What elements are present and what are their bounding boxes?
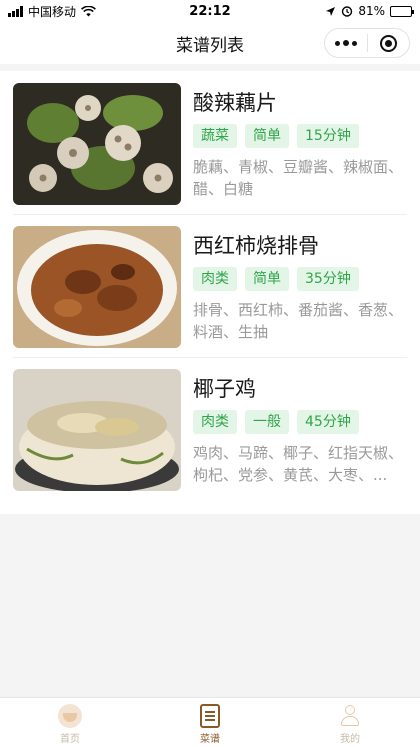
recipe-name: 酸辣藕片: [193, 91, 277, 115]
lotus-root-dish-image: [13, 83, 181, 205]
status-left: 中国移动: [8, 3, 96, 20]
tab-profile[interactable]: 我的: [280, 698, 420, 747]
difficulty-tag: 一般: [245, 410, 289, 434]
recipe-tags: 蔬菜 简单 15分钟: [193, 124, 407, 148]
navigation-bar: 菜谱列表: [0, 22, 420, 64]
recipe-tags: 肉类 简单 35分钟: [193, 267, 407, 291]
recipe-name: 西红柿烧排骨: [193, 234, 319, 258]
page-title: 菜谱列表: [176, 35, 244, 56]
home-icon: [58, 704, 82, 728]
time-tag: 45分钟: [297, 410, 359, 434]
carrier-label: 中国移动: [28, 4, 77, 19]
location-icon: [326, 6, 336, 16]
alarm-icon: [342, 6, 353, 17]
recipe-ingredients: 脆藕、青椒、豆瓣酱、辣椒面、醋、白糖: [193, 158, 404, 198]
recipe-list: 酸辣藕片 蔬菜 简单 15分钟 脆藕、青椒、豆瓣酱、辣椒面、醋、白糖 西红柿烧排…: [0, 71, 420, 514]
recipe-ingredients: 鸡肉、马蹄、椰子、红指天椒、枸杞、党参、黄芪、大枣、...: [193, 444, 404, 484]
recipe-info: 西红柿烧排骨 肉类 简单 35分钟 排骨、西红柿、番茄酱、香葱、料酒、生抽: [193, 232, 407, 343]
difficulty-tag: 简单: [245, 267, 289, 291]
status-right: 81%: [325, 4, 414, 18]
tomato-ribs-dish-image: [13, 226, 181, 348]
tab-label: 首页: [60, 734, 80, 745]
category-tag: 肉类: [193, 267, 237, 291]
close-mini-program-button[interactable]: [368, 29, 410, 57]
recipe-card[interactable]: 酸辣藕片 蔬菜 简单 15分钟 脆藕、青椒、豆瓣酱、辣椒面、醋、白糖: [13, 71, 407, 205]
coconut-chicken-dish-image: [13, 369, 181, 491]
battery-icon: [390, 5, 414, 17]
status-bar: 中国移动 22:12 81%: [0, 0, 420, 22]
menu-book-icon: [200, 704, 220, 728]
recipe-image: [13, 369, 181, 491]
recipe-image: [13, 226, 181, 348]
recipe-info: 椰子鸡 肉类 一般 45分钟 鸡肉、马蹄、椰子、红指天椒、枸杞、党参、黄芪、大枣…: [193, 375, 407, 486]
recipe-card[interactable]: 西红柿烧排骨 肉类 简单 35分钟 排骨、西红柿、番茄酱、香葱、料酒、生抽: [13, 214, 407, 348]
category-tag: 肉类: [193, 410, 237, 434]
tab-recipes[interactable]: 菜谱: [140, 698, 280, 747]
recipe-tags: 肉类 一般 45分钟: [193, 410, 407, 434]
tab-bar: 首页 菜谱 我的: [0, 697, 420, 747]
signal-icon: [8, 5, 23, 17]
time-tag: 35分钟: [297, 267, 359, 291]
recipe-ingredients: 排骨、西红柿、番茄酱、香葱、料酒、生抽: [193, 301, 404, 341]
time-tag: 15分钟: [297, 124, 359, 148]
close-target-icon: [379, 34, 397, 52]
tab-label: 我的: [340, 734, 360, 745]
battery-percent: 81%: [358, 4, 385, 18]
recipe-info: 酸辣藕片 蔬菜 简单 15分钟 脆藕、青椒、豆瓣酱、辣椒面、醋、白糖: [193, 89, 407, 200]
tab-home[interactable]: 首页: [0, 698, 140, 747]
more-button[interactable]: [325, 29, 367, 57]
recipe-name: 椰子鸡: [193, 377, 256, 401]
wifi-icon: [81, 5, 96, 16]
more-dots-icon: [334, 40, 357, 46]
difficulty-tag: 简单: [245, 124, 289, 148]
recipe-card[interactable]: 椰子鸡 肉类 一般 45分钟 鸡肉、马蹄、椰子、红指天椒、枸杞、党参、黄芪、大枣…: [13, 357, 407, 491]
mini-program-capsule: [324, 28, 410, 58]
tab-label: 菜谱: [200, 734, 220, 745]
user-icon: [338, 704, 362, 728]
category-tag: 蔬菜: [193, 124, 237, 148]
recipe-image: [13, 83, 181, 205]
